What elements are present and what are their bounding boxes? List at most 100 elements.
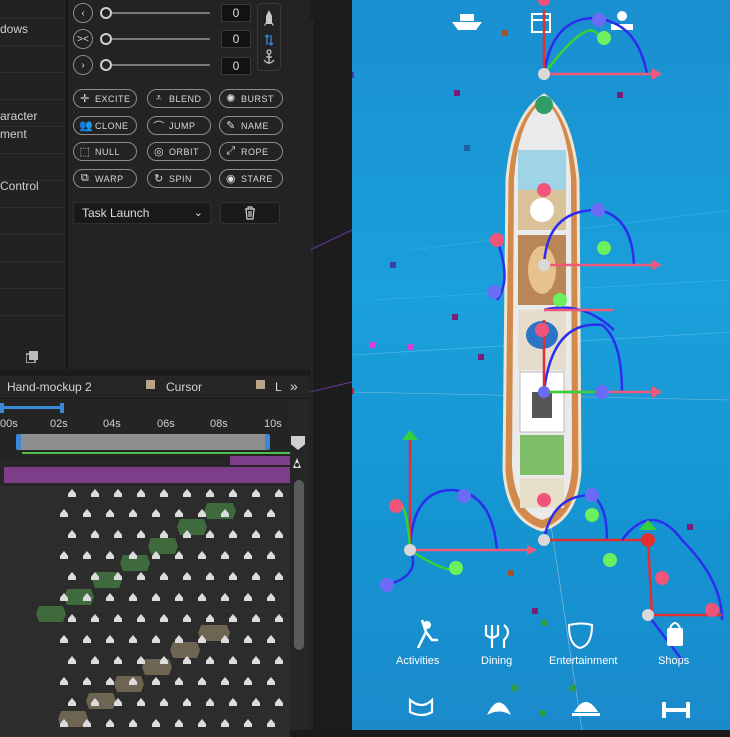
tab-layer[interactable]: L [275,380,282,394]
blend-button[interactable]: ⩡ BLEND [147,89,211,108]
tab-cursor[interactable]: Cursor [166,380,202,394]
orbit-button[interactable]: ◎ ORBIT [147,142,211,161]
trash-icon [245,206,255,220]
entertainment-icon [567,622,594,650]
ship-scene[interactable] [352,0,730,730]
null-button[interactable]: ⬚ NULL [73,142,137,161]
expand-panels-icon[interactable]: » [290,378,298,394]
slider-knob[interactable] [100,7,112,19]
menu-divider [0,207,66,208]
menu-item-character[interactable]: aracter [0,109,37,123]
menu-divider [0,18,66,19]
navigator-bar[interactable] [0,406,62,409]
button-label: BURST [241,93,275,104]
slider-value-field[interactable]: 0 [221,30,251,48]
slider-track[interactable] [105,38,210,40]
work-area-start-handle[interactable] [16,434,21,450]
keyframe-segment[interactable] [36,606,66,622]
menu-divider [0,153,66,154]
navigator-end-handle[interactable] [60,403,64,413]
menu-divider [0,99,66,100]
track-row[interactable] [0,569,290,590]
keyframe-segment[interactable] [170,642,200,658]
spa-lotus-icon [487,702,511,715]
warp-icon: ⧉ [80,172,90,184]
button-label: NULL [95,146,121,157]
excite-button[interactable]: ✛ EXCITE [73,89,137,108]
button-label: STARE [241,173,273,184]
menu-divider [0,288,66,289]
tab-hand-mockup[interactable]: Hand-mockup 2 [7,380,92,394]
nav-label-dining[interactable]: Dining [481,655,512,667]
spin-button[interactable]: ↻ SPIN [147,169,211,188]
button-label: JUMP [169,120,196,131]
button-label: SPIN [169,173,193,184]
button-label: ORBIT [169,146,200,157]
button-label: ROPE [241,146,269,157]
menu-divider [0,45,66,46]
keyframe-segment[interactable] [86,693,116,709]
work-area-end-handle[interactable] [265,434,270,450]
layer-bar[interactable] [230,456,290,465]
cursor-hand-icon [290,456,304,470]
collapse-icon[interactable]: >< [73,29,93,49]
chevron-down-icon: ⌄ [193,207,203,219]
panel-menu-icon[interactable] [25,350,38,364]
keyframe-segment[interactable] [148,538,178,554]
time-ruler[interactable] [0,400,290,460]
work-area-bar[interactable] [18,434,268,450]
stare-button[interactable]: ◉ STARE [219,169,283,188]
menu-item-windows[interactable]: dows [0,22,28,36]
nav-label-entertainment[interactable]: Entertainment [549,655,617,667]
slider-knob[interactable] [100,59,112,71]
tick-label: 02s [50,418,68,430]
anchor-control[interactable] [257,3,281,71]
layer-bar[interactable] [4,467,290,483]
bottom-nav-icons [408,619,690,718]
slider-knob[interactable] [100,33,112,45]
burst-button[interactable]: ✺ BURST [219,89,283,108]
slider-value-field[interactable]: 0 [221,4,251,22]
navigator-start-handle[interactable] [0,403,4,413]
ship-icon [452,14,482,30]
jump-button[interactable]: ⌒ JUMP [147,116,211,135]
tick-label: 00s [0,418,18,430]
slider-track[interactable] [105,64,210,66]
pencil-icon: ✎ [226,120,236,132]
track-row[interactable] [0,695,290,716]
people-icon: 👥 [79,120,94,132]
dining-icon [484,624,510,648]
rope-button[interactable]: ⤢ ROPE [219,142,283,161]
jump-icon: ⌒ [153,120,165,133]
timeline-scrollbar[interactable] [294,480,304,650]
tick-label: 10s [264,418,282,430]
button-label: BLEND [169,93,202,104]
plus-icon: ✛ [80,93,90,105]
chevron-right-icon[interactable]: › [73,55,93,75]
nav-label-activities[interactable]: Activities [396,655,439,667]
rocket-icon [263,10,275,64]
name-button[interactable]: ✎ NAME [219,116,283,135]
delete-button[interactable] [220,202,280,224]
track-row[interactable] [0,527,290,548]
menu-item-alignment[interactable]: ment [0,127,27,141]
warp-button[interactable]: ⧉ WARP [73,169,137,188]
menu-item-control[interactable]: Control [0,179,39,193]
nav-label-shops[interactable]: Shops [658,655,689,667]
tab-color-swatch [146,380,155,389]
keyframe-segment[interactable] [177,519,207,535]
keyframe-segment[interactable] [204,503,236,519]
menu-divider [0,261,66,262]
chevron-left-icon[interactable]: ‹ [73,3,93,23]
button-label: WARP [95,173,124,184]
button-label: EXCITE [95,93,131,104]
task-dropdown[interactable]: Task Launch ⌄ [73,202,211,224]
tick-label: 06s [157,418,175,430]
slider-track[interactable] [105,12,210,14]
slider-value-field[interactable]: 0 [221,57,251,75]
tick-label: 04s [103,418,121,430]
track-row[interactable] [0,486,290,507]
clone-button[interactable]: 👥 CLONE [73,116,137,135]
render-range-line [22,452,290,454]
button-label: NAME [241,120,270,131]
